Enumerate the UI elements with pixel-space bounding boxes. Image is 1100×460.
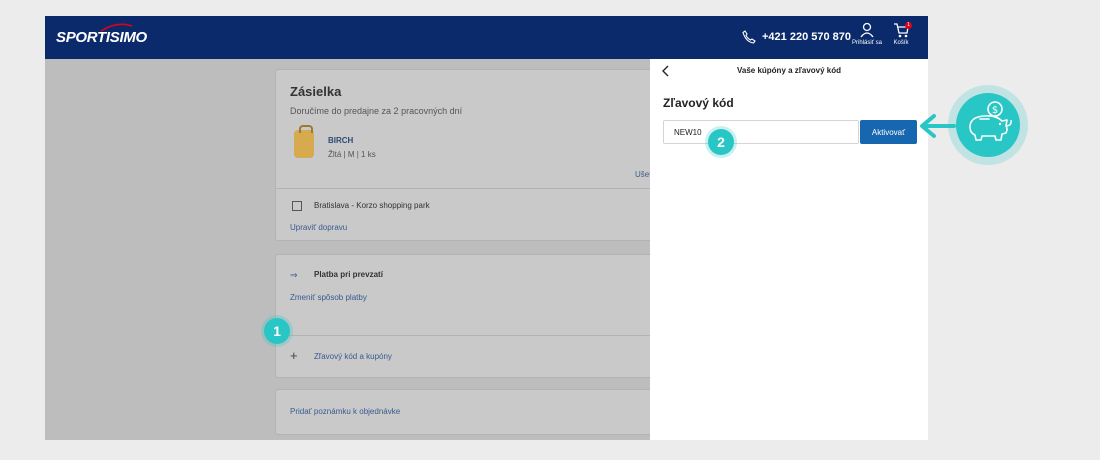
payment-card: ⇒ Platba pri prevzatí Zmeniť spôsob plat… — [275, 254, 677, 378]
login-label: Prihlásiť sa — [852, 40, 882, 46]
order-note-link: Pridať poznámku k objednávke — [290, 407, 401, 416]
store-icon — [292, 201, 302, 211]
payment-method: Platba pri prevzatí — [314, 270, 383, 279]
product-thumbnail — [294, 125, 314, 158]
shipment-card: Zásielka Doručíme do predajne za 2 praco… — [275, 69, 677, 241]
phone-contact[interactable]: +421 220 570 870 — [742, 30, 851, 44]
phone-number: +421 220 570 870 — [762, 31, 852, 43]
plus-icon: + — [290, 348, 298, 363]
svg-text:$: $ — [992, 105, 998, 116]
payment-icon: ⇒ — [290, 270, 298, 280]
step-marker-1: 1 — [264, 318, 290, 344]
cart-label: Košík — [893, 40, 909, 46]
drawer-title: Vaše kúpóny a zľavový kód — [736, 66, 841, 75]
piggy-bank-icon: $ — [969, 101, 1012, 141]
order-note-card[interactable]: Pridať poznámku k objednávke — [275, 389, 677, 435]
activate-button[interactable]: Aktivovať — [860, 120, 917, 144]
shipment-subtitle: Doručíme do predajne za 2 pracovných dní — [290, 106, 463, 116]
phone-icon — [742, 30, 756, 44]
product-variant: Žltá | M | 1 ks — [328, 150, 376, 159]
product-name[interactable]: BIRCH — [328, 136, 353, 145]
coupon-drawer: Vaše kúpóny a zľavový kód Zľavový kód Ak… — [650, 59, 928, 440]
truncated-link[interactable]: Ušet — [635, 170, 651, 179]
login-button[interactable]: Prihlásiť sa — [849, 22, 885, 46]
coupon-toggle-row[interactable]: + Zľavový kód a kupóny — [276, 335, 676, 378]
step-marker-2: 2 — [708, 129, 734, 155]
user-icon — [860, 22, 874, 38]
discount-code-heading: Zľavový kód — [663, 96, 734, 110]
piggy-bank-badge: $ — [948, 85, 1028, 165]
cart-button[interactable]: 1 Košík — [883, 22, 919, 46]
pickup-store-row: Bratislava - Korzo shopping park Upraviť… — [276, 188, 676, 241]
change-payment-link[interactable]: Zmeniť spôsob platby — [290, 293, 367, 302]
checkout-content-dimmed: Zásielka Doručíme do predajne za 2 praco… — [275, 59, 695, 440]
cart-count-badge: 1 — [905, 22, 912, 29]
browser-viewport: SPORTISIMO +421 220 570 870 Prihlásiť sa — [45, 16, 928, 440]
shipment-title: Zásielka — [290, 84, 342, 99]
site-header: SPORTISIMO +421 220 570 870 Prihlásiť sa — [45, 16, 928, 59]
logo-swoosh-icon — [100, 23, 133, 32]
discount-code-input[interactable] — [663, 120, 859, 144]
coupon-toggle-label: Zľavový kód a kupóny — [314, 352, 392, 361]
change-shipping-link[interactable]: Upraviť dopravu — [290, 223, 347, 232]
pickup-store-name: Bratislava - Korzo shopping park — [314, 201, 430, 210]
